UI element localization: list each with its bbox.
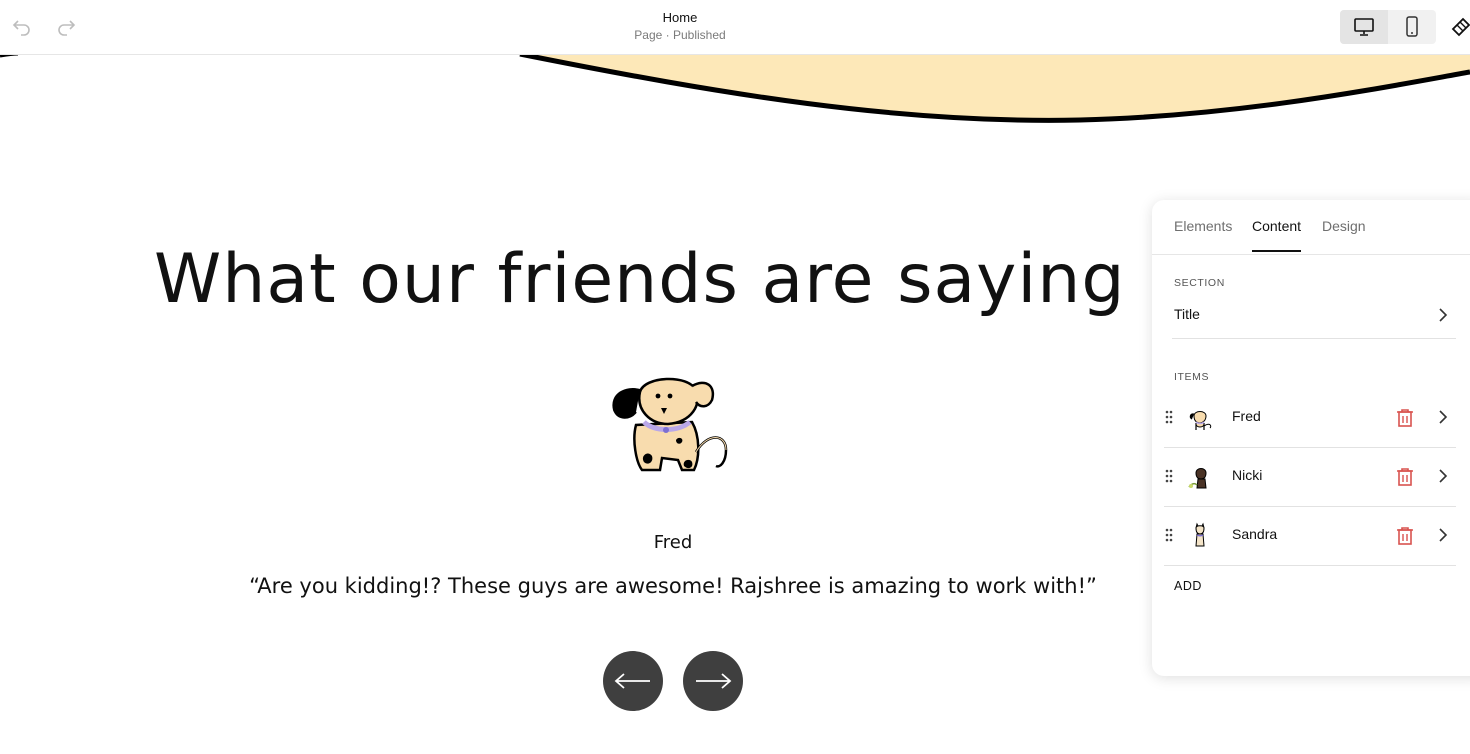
editor-top-bar: Home Page · Published xyxy=(0,0,1470,55)
mobile-icon xyxy=(1406,16,1418,37)
page-status: Page · Published xyxy=(634,28,726,42)
dog-thumbnail-icon xyxy=(1189,411,1212,430)
paintbrush-icon xyxy=(1451,17,1470,37)
desktop-view-button[interactable] xyxy=(1340,10,1388,44)
add-item-button[interactable]: ADD xyxy=(1174,579,1202,593)
site-styles-button[interactable] xyxy=(1450,14,1470,40)
redo-button[interactable] xyxy=(52,12,80,40)
list-item[interactable]: Fred xyxy=(1164,388,1456,448)
dog-thumbnail-icon xyxy=(1188,468,1207,489)
list-item[interactable]: Sandra xyxy=(1164,506,1456,566)
chevron-right-icon[interactable] xyxy=(1438,468,1448,484)
page-title: Home xyxy=(662,10,698,25)
page-info[interactable]: Home Page · Published xyxy=(580,10,780,43)
item-name: Nicki xyxy=(1232,467,1263,483)
next-testimonial-button[interactable] xyxy=(683,651,743,711)
item-name: Sandra xyxy=(1232,526,1278,542)
redo-icon xyxy=(58,20,76,36)
dog-thumbnail-icon xyxy=(1195,522,1205,547)
arrow-right-icon xyxy=(696,673,732,689)
drag-handle-icon[interactable] xyxy=(1164,409,1174,425)
panel-tabs: Elements Content Design xyxy=(1152,200,1470,255)
testimonial-name[interactable]: Fred xyxy=(573,532,773,553)
previous-testimonial-button[interactable] xyxy=(603,651,663,711)
desktop-icon xyxy=(1354,18,1374,36)
drag-handle-icon[interactable] xyxy=(1164,527,1174,543)
chevron-right-icon[interactable] xyxy=(1438,527,1448,543)
chevron-right-icon xyxy=(1439,308,1448,322)
undo-icon xyxy=(12,20,30,36)
section-editor-panel: Elements Content Design SECTION Title IT… xyxy=(1152,200,1470,676)
chevron-right-icon[interactable] xyxy=(1438,409,1448,425)
title-settings-row[interactable]: Title xyxy=(1172,296,1456,339)
list-item[interactable]: Nicki xyxy=(1164,447,1456,507)
tab-design[interactable]: Design xyxy=(1322,218,1366,250)
tab-content[interactable]: Content xyxy=(1252,218,1302,252)
decorative-wave xyxy=(0,54,1470,123)
arrow-left-icon xyxy=(614,673,650,689)
dog-illustration xyxy=(612,377,728,472)
trash-icon[interactable] xyxy=(1396,526,1414,546)
title-row-label: Title xyxy=(1174,306,1200,322)
section-headline[interactable]: What our friends are saying xyxy=(154,236,1126,324)
section-heading: SECTION xyxy=(1174,277,1225,289)
item-name: Fred xyxy=(1232,408,1261,424)
testimonial-quote[interactable]: “Are you kidding!? These guys are awesom… xyxy=(180,574,1166,598)
trash-icon[interactable] xyxy=(1396,408,1414,428)
mobile-view-button[interactable] xyxy=(1388,10,1436,44)
undo-button[interactable] xyxy=(8,12,36,40)
trash-icon[interactable] xyxy=(1396,467,1414,487)
device-toggle xyxy=(1340,10,1436,44)
tab-elements[interactable]: Elements xyxy=(1174,218,1232,250)
items-heading: ITEMS xyxy=(1174,371,1210,383)
drag-handle-icon[interactable] xyxy=(1164,468,1174,484)
